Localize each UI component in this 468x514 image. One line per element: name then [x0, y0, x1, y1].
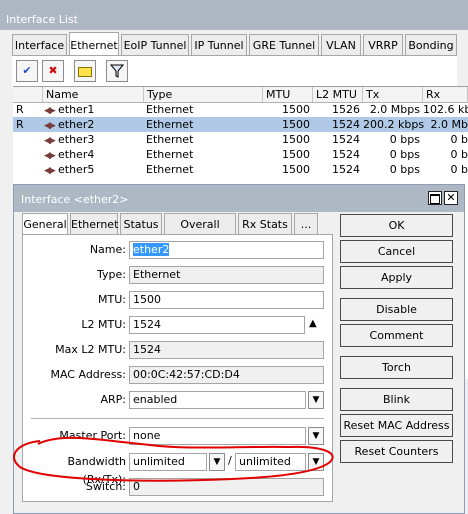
annotation-circle — [13, 436, 334, 482]
